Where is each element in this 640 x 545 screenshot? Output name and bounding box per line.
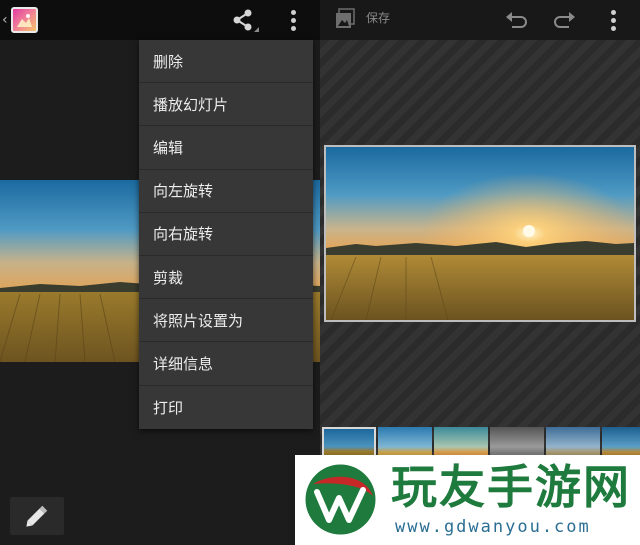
- menu-item-details[interactable]: 详细信息: [139, 342, 313, 386]
- overflow-icon: [611, 10, 616, 15]
- overflow-dot: [611, 26, 616, 31]
- image-save-icon[interactable]: [334, 8, 356, 30]
- overflow-dot: [291, 26, 296, 31]
- redo-button[interactable]: [553, 8, 577, 32]
- editor-overflow-button[interactable]: [605, 7, 623, 33]
- redo-icon: [554, 12, 575, 28]
- undo-button[interactable]: [504, 8, 528, 32]
- gallery-pane: ‹ 删除 播放幻灯片 编辑 向左旋转 向右旋转 剪裁 将照片设置为 详细信息 打…: [0, 0, 320, 545]
- menu-item-slideshow[interactable]: 播放幻灯片: [139, 83, 313, 127]
- overflow-menu-button[interactable]: [285, 7, 303, 33]
- menu-item-set-picture-as[interactable]: 将照片设置为: [139, 299, 313, 343]
- undo-icon: [506, 12, 527, 28]
- editor-action-bar: 保存: [320, 0, 640, 40]
- watermark: 玩友手游网 www.gdwanyou.com: [295, 455, 640, 545]
- watermark-brand-name: 玩友手游网: [391, 460, 631, 514]
- menu-item-rotate-left[interactable]: 向左旋转: [139, 170, 313, 213]
- share-button[interactable]: [228, 5, 260, 35]
- gallery-action-bar: ‹: [0, 0, 320, 40]
- edit-photo-button[interactable]: [10, 497, 64, 535]
- menu-item-crop[interactable]: 剪裁: [139, 256, 313, 300]
- menu-item-rotate-right[interactable]: 向右旋转: [139, 213, 313, 256]
- overflow-icon: [291, 10, 296, 15]
- brand-logo-icon: [305, 464, 376, 535]
- overflow-dot: [611, 18, 616, 23]
- menu-item-print[interactable]: 打印: [139, 386, 313, 429]
- share-icon: [233, 9, 259, 32]
- watermark-url: www.gdwanyou.com: [395, 517, 591, 537]
- pencil-icon: [26, 505, 48, 527]
- menu-item-edit[interactable]: 编辑: [139, 126, 313, 170]
- back-chevron-icon[interactable]: ‹: [2, 10, 8, 30]
- overflow-dot: [291, 18, 296, 23]
- overflow-menu: 删除 播放幻灯片 编辑 向左旋转 向右旋转 剪裁 将照片设置为 详细信息 打印: [139, 40, 313, 429]
- gallery-app-icon[interactable]: [11, 7, 38, 33]
- editor-photo[interactable]: [324, 145, 636, 322]
- menu-item-delete[interactable]: 删除: [139, 40, 313, 84]
- save-button[interactable]: 保存: [366, 10, 390, 26]
